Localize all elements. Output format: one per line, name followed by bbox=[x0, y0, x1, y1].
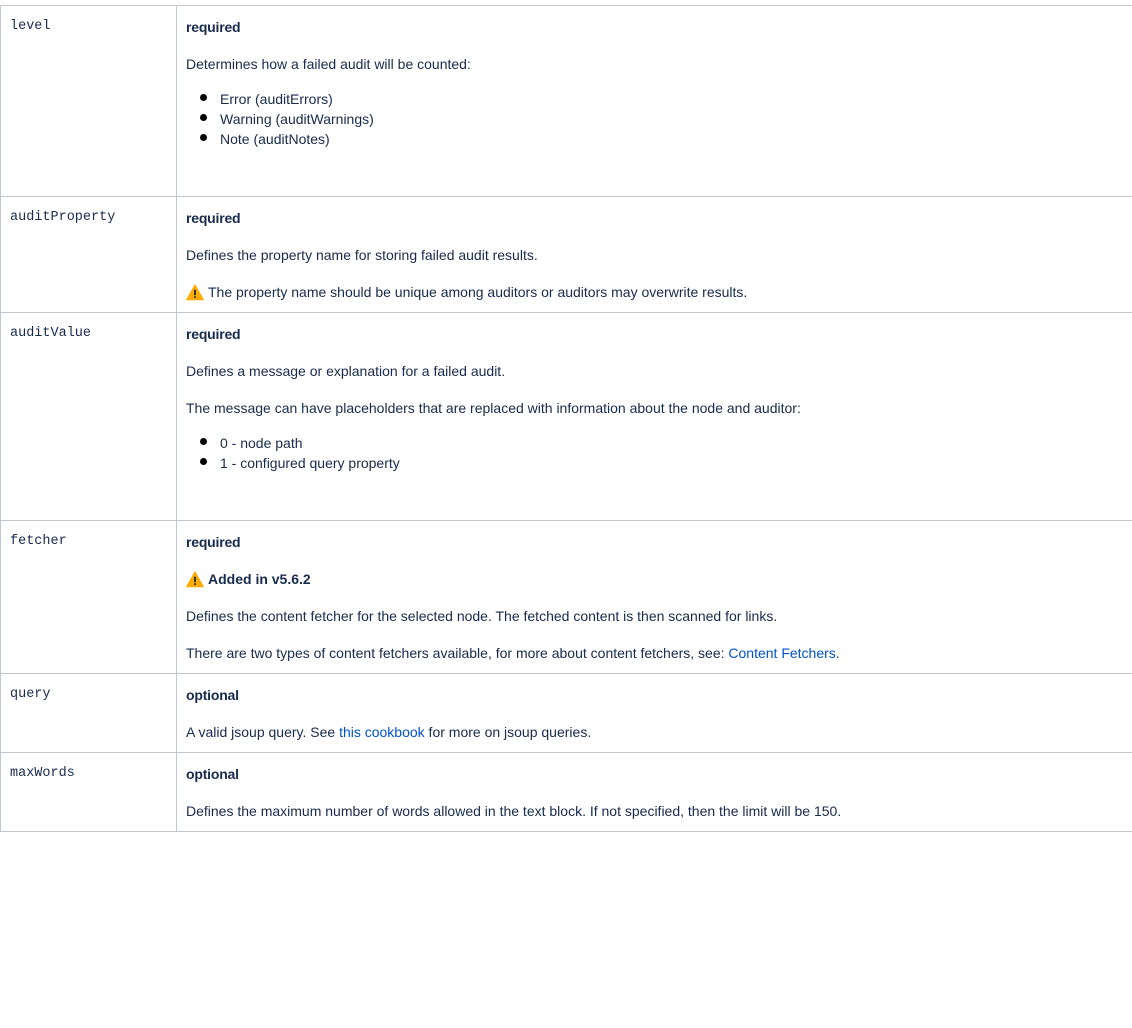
property-description: required Defines the property name for s… bbox=[176, 196, 1132, 313]
property-key: maxWords bbox=[0, 752, 177, 832]
list-item: 0 - node path bbox=[200, 433, 1132, 453]
requirement-label: required bbox=[186, 19, 241, 35]
table-row: auditValue required Defines a message or… bbox=[0, 312, 1132, 521]
description-suffix: . bbox=[835, 645, 840, 661]
property-key: fetcher bbox=[0, 520, 177, 674]
table-row: maxWords optional Defines the maximum nu… bbox=[0, 752, 1132, 832]
properties-table: level required Determines how a failed a… bbox=[0, 5, 1132, 832]
table-row: fetcher required Added in v5.6.2 Defines… bbox=[0, 520, 1132, 674]
list-item: Error (auditErrors) bbox=[200, 89, 1132, 109]
warning-note: The property name should be unique among… bbox=[186, 282, 1132, 302]
description-prefix: There are two types of content fetchers … bbox=[186, 645, 729, 661]
description-prefix: A valid jsoup query. See bbox=[186, 724, 340, 740]
description-text: Defines a message or explanation for a f… bbox=[186, 363, 506, 379]
bullet-list: Error (auditErrors) Warning (auditWarnin… bbox=[186, 89, 1132, 149]
bullet-list: 0 - node path 1 - configured query prope… bbox=[186, 433, 1132, 473]
description-text-2: There are two types of content fetchers … bbox=[186, 643, 1132, 663]
requirement-label: required bbox=[186, 326, 241, 342]
warning-text: The property name should be unique among… bbox=[208, 284, 748, 300]
requirement-label: optional bbox=[186, 687, 239, 703]
description-text: Defines the content fetcher for the sele… bbox=[186, 608, 778, 624]
requirement-label: required bbox=[186, 210, 241, 226]
warning-icon bbox=[186, 283, 204, 300]
warning-note: Added in v5.6.2 bbox=[186, 569, 1132, 589]
property-key: auditValue bbox=[0, 312, 177, 521]
property-description: required Determines how a failed audit w… bbox=[176, 5, 1132, 197]
requirement-label: optional bbox=[186, 766, 239, 782]
property-key: auditProperty bbox=[0, 196, 177, 313]
cookbook-link[interactable]: this cookbook bbox=[339, 724, 425, 740]
description-text: Determines how a failed audit will be co… bbox=[186, 56, 471, 72]
property-key: query bbox=[0, 673, 177, 753]
description-text: A valid jsoup query. See this cookbook f… bbox=[186, 722, 1132, 742]
description-text: Defines the property name for storing fa… bbox=[186, 247, 538, 263]
property-description: required Defines a message or explanatio… bbox=[176, 312, 1132, 521]
description-suffix: for more on jsoup queries. bbox=[424, 724, 592, 740]
list-item: Warning (auditWarnings) bbox=[200, 109, 1132, 129]
property-description: required Added in v5.6.2 Defines the con… bbox=[176, 520, 1132, 674]
property-description: optional A valid jsoup query. See this c… bbox=[176, 673, 1132, 753]
description-text: Defines the maximum number of words allo… bbox=[186, 803, 842, 819]
requirement-label: required bbox=[186, 534, 241, 550]
description-text-2: The message can have placeholders that a… bbox=[186, 400, 801, 416]
warning-icon bbox=[186, 570, 204, 587]
table-row: auditProperty required Defines the prope… bbox=[0, 196, 1132, 313]
list-item: 1 - configured query property bbox=[200, 453, 1132, 473]
property-description: optional Defines the maximum number of w… bbox=[176, 752, 1132, 832]
content-fetchers-link[interactable]: Content Fetchers bbox=[728, 645, 835, 661]
table-row: level required Determines how a failed a… bbox=[0, 5, 1132, 197]
property-key: level bbox=[0, 5, 177, 197]
warning-text: Added in v5.6.2 bbox=[208, 571, 311, 587]
table-row: query optional A valid jsoup query. See … bbox=[0, 673, 1132, 753]
list-item: Note (auditNotes) bbox=[200, 129, 1132, 149]
